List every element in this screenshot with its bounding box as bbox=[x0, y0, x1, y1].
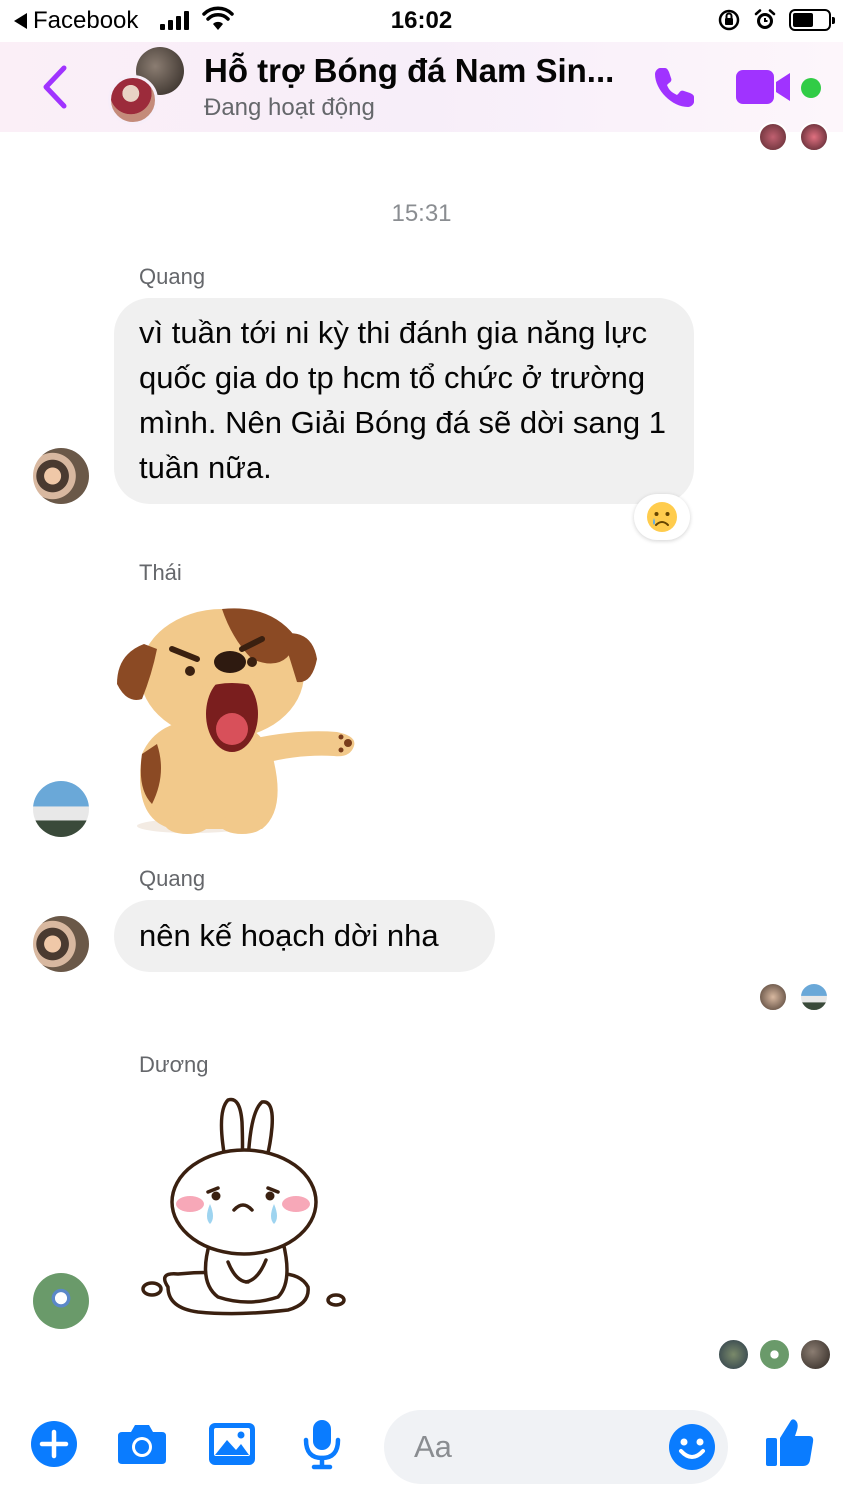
emoji-icon[interactable] bbox=[668, 1423, 716, 1471]
read-receipt-avatar bbox=[758, 1338, 791, 1371]
read-receipt-avatar bbox=[799, 122, 829, 152]
read-receipt-avatar bbox=[799, 1338, 832, 1371]
active-status: Đang hoạt động bbox=[204, 94, 375, 121]
message-composer bbox=[0, 1400, 843, 1499]
thumbs-up-icon[interactable] bbox=[764, 1416, 816, 1468]
chat-title[interactable]: Hỗ trợ Bóng đá Nam Sin... bbox=[204, 52, 614, 90]
crying-face-icon bbox=[647, 502, 677, 532]
bunny-sticker[interactable] bbox=[138, 1092, 350, 1320]
time-separator: 15:31 bbox=[391, 200, 452, 227]
read-receipt-avatar bbox=[758, 982, 788, 1012]
video-call-icon[interactable] bbox=[736, 68, 792, 106]
avatar[interactable] bbox=[33, 781, 89, 837]
plus-icon[interactable] bbox=[30, 1420, 78, 1468]
microphone-icon[interactable] bbox=[302, 1418, 342, 1470]
battery-icon bbox=[789, 9, 835, 31]
group-avatar[interactable] bbox=[108, 47, 186, 125]
avatar[interactable] bbox=[33, 916, 89, 972]
message-input-container[interactable] bbox=[384, 1410, 728, 1484]
gallery-icon[interactable] bbox=[208, 1422, 256, 1466]
sender-name: Quang bbox=[139, 866, 206, 891]
chat-header: Hỗ trợ Bóng đá Nam Sin... Đang hoạt động bbox=[0, 42, 843, 132]
status-bar: Facebook 16:02 bbox=[0, 0, 843, 42]
alarm-icon bbox=[754, 9, 776, 29]
phone-call-icon[interactable] bbox=[650, 62, 700, 112]
sender-name: Thái bbox=[139, 560, 182, 585]
avatar[interactable] bbox=[33, 1273, 89, 1329]
sender-name: Dương bbox=[139, 1052, 209, 1077]
message-bubble[interactable]: nên kế hoạch dời nha bbox=[114, 900, 495, 972]
message-reaction[interactable] bbox=[634, 494, 690, 540]
rotation-lock-icon bbox=[718, 9, 740, 31]
camera-icon[interactable] bbox=[116, 1422, 168, 1466]
message-bubble[interactable]: vì tuần tới ni kỳ thi đánh gia năng lực … bbox=[114, 298, 694, 504]
avatar[interactable] bbox=[33, 448, 89, 504]
read-receipt-avatar bbox=[758, 122, 788, 152]
read-receipt-avatar bbox=[799, 982, 829, 1012]
sender-name: Quang bbox=[139, 264, 206, 289]
online-status-dot bbox=[801, 78, 821, 98]
back-chevron-icon[interactable] bbox=[38, 64, 70, 110]
read-receipt-avatar bbox=[717, 1338, 750, 1371]
message-input[interactable] bbox=[414, 1426, 654, 1468]
puppy-sticker[interactable] bbox=[112, 604, 362, 836]
